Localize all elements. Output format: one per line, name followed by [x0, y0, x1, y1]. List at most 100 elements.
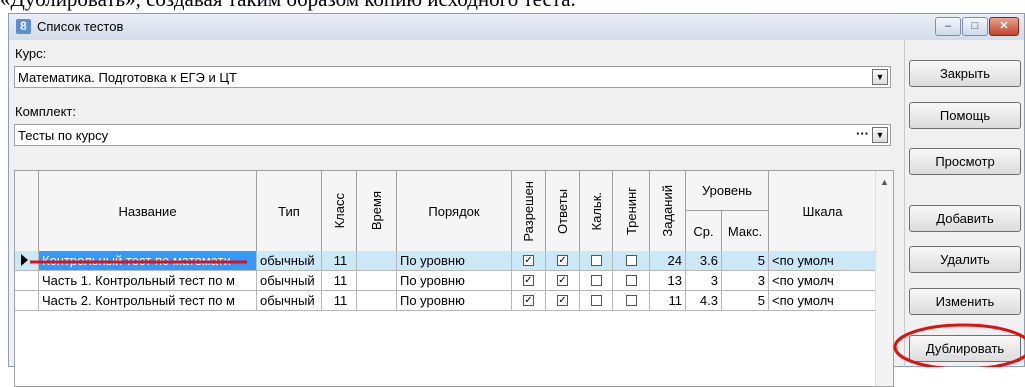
cell-scale: <по умолч: [769, 271, 877, 290]
tests-list-window: 8 Список тестов – □ ✕ Курс: Математика. …: [8, 13, 1025, 387]
header-time[interactable]: Время: [357, 171, 397, 251]
header-grade[interactable]: Класс: [322, 171, 357, 251]
maximize-button[interactable]: □: [962, 17, 988, 36]
kit-select[interactable]: Тесты по курсу ··· ▼: [14, 124, 891, 146]
cell-indicator: [15, 251, 39, 270]
cell-order: По уровню: [397, 291, 512, 310]
cell-time: [357, 251, 397, 270]
cell-avg: 3.6: [686, 251, 722, 270]
cell-training: [613, 291, 650, 310]
tests-table: Название Тип Класс Время Порядок Разреше…: [14, 170, 894, 387]
cell-name: Часть 1. Контрольный тест по м: [39, 271, 257, 290]
edit-button[interactable]: Изменить: [909, 288, 1021, 315]
chevron-down-icon[interactable]: ▼: [872, 69, 888, 85]
view-button[interactable]: Просмотр: [909, 148, 1021, 175]
chevron-down-icon[interactable]: ▼: [872, 127, 888, 143]
cell-max: 3: [722, 271, 769, 290]
kit-label: Комплект:: [15, 104, 76, 119]
cell-tasks: 13: [650, 271, 686, 290]
cell-calc: [580, 271, 613, 290]
checkbox[interactable]: ✓: [557, 295, 568, 306]
checkbox[interactable]: [590, 275, 602, 286]
header-answers-label: Ответы: [555, 188, 570, 234]
checkbox[interactable]: [590, 295, 602, 306]
checkbox[interactable]: [625, 275, 637, 286]
app-icon: 8: [16, 19, 31, 34]
cell-allowed: ✓: [512, 291, 546, 310]
checkbox[interactable]: ✓: [557, 255, 568, 266]
cell-scale: <по умолч: [769, 291, 877, 310]
header-calc[interactable]: Кальк.: [580, 171, 613, 251]
close-window-button[interactable]: ✕: [989, 17, 1019, 36]
header-training[interactable]: Тренинг: [613, 171, 650, 251]
cell-order: По уровню: [397, 251, 512, 270]
checkbox[interactable]: ✓: [523, 255, 534, 266]
header-training-label: Тренинг: [623, 186, 639, 236]
course-value: Математика. Подготовка к ЕГЭ и ЦТ: [18, 70, 237, 85]
cell-answers: ✓: [546, 271, 580, 290]
scroll-up-icon[interactable]: ▲: [880, 177, 889, 187]
header-time-label: Время: [369, 191, 384, 231]
delete-button[interactable]: Удалить: [909, 246, 1021, 273]
ellipsis-icon[interactable]: ···: [856, 126, 869, 141]
header-name[interactable]: Название: [39, 171, 257, 251]
cell-indicator: [15, 271, 39, 290]
table-row[interactable]: Часть 2. Контрольный тест по м обычный 11 П…: [15, 291, 877, 311]
duplicate-button[interactable]: Дублировать: [909, 335, 1021, 362]
vertical-scrollbar[interactable]: ▲: [875, 171, 893, 386]
cell-max: 5: [722, 251, 769, 270]
cell-type: обычный: [257, 271, 322, 290]
cell-calc: [580, 251, 613, 270]
cell-time: [357, 291, 397, 310]
cell-training: [613, 251, 650, 270]
row-pointer-icon: [21, 254, 28, 266]
checkbox[interactable]: [625, 255, 637, 266]
header-grade-label: Класс: [331, 193, 347, 229]
close-button[interactable]: Закрыть: [909, 60, 1021, 87]
document-text-fragment: «Дублировать», создавая таким образом ко…: [0, 0, 576, 12]
divider: [904, 40, 905, 366]
kit-value: Тесты по курсу: [18, 128, 109, 143]
checkbox[interactable]: [625, 295, 637, 306]
header-level-max[interactable]: Макс.: [722, 211, 769, 251]
header-level-avg[interactable]: Ср.: [686, 211, 722, 251]
checkbox[interactable]: ✓: [523, 275, 534, 286]
add-button[interactable]: Добавить: [909, 205, 1021, 232]
table-header: Название Тип Класс Время Порядок Разреше…: [15, 171, 877, 252]
cell-type: обычный: [257, 291, 322, 310]
cell-calc: [580, 291, 613, 310]
cell-order: По уровню: [397, 271, 512, 290]
header-answers[interactable]: Ответы: [546, 171, 580, 251]
cell-avg: 3: [686, 271, 722, 290]
cell-time: [357, 271, 397, 290]
checkbox[interactable]: [590, 255, 602, 266]
header-allowed[interactable]: Разрешен: [512, 171, 546, 251]
header-scale[interactable]: Шкала: [769, 171, 877, 251]
cell-indicator: [15, 291, 39, 310]
window-title: Список тестов: [37, 19, 124, 34]
title-bar: 8 Список тестов – □ ✕: [9, 14, 1024, 40]
table-row[interactable]: Часть 1. Контрольный тест по м обычный 11 П…: [15, 271, 877, 291]
minimize-button[interactable]: –: [935, 17, 961, 36]
course-select[interactable]: Математика. Подготовка к ЕГЭ и ЦТ ▼: [14, 66, 891, 88]
cell-scale: <по умолч: [769, 251, 877, 270]
header-order[interactable]: Порядок: [397, 171, 512, 251]
header-type[interactable]: Тип: [257, 171, 322, 251]
cell-grade: 11: [322, 251, 357, 270]
cell-allowed: ✓: [512, 271, 546, 290]
help-button[interactable]: Помощь: [909, 102, 1021, 129]
checkbox[interactable]: ✓: [557, 275, 568, 286]
table-row[interactable]: Контрольный тест по математи обычный 11 По …: [15, 251, 877, 271]
course-label: Курс:: [15, 46, 47, 61]
header-indicator: [15, 171, 39, 251]
window-content: Курс: Математика. Подготовка к ЕГЭ и ЦТ …: [9, 40, 1024, 387]
cell-tasks: 11: [650, 291, 686, 310]
cell-tasks: 24: [650, 251, 686, 270]
header-calc-label: Кальк.: [588, 191, 604, 231]
header-tasks-label: Заданий: [660, 185, 675, 237]
cell-grade: 11: [322, 271, 357, 290]
cell-max: 5: [722, 291, 769, 310]
checkbox[interactable]: ✓: [523, 295, 534, 306]
header-level[interactable]: Уровень: [686, 171, 769, 211]
header-tasks[interactable]: Заданий: [650, 171, 686, 251]
